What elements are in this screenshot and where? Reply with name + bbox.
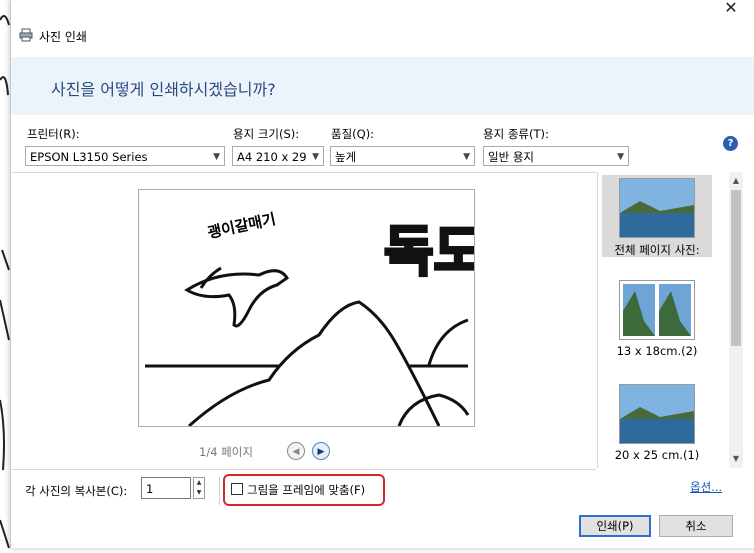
- increment-icon[interactable]: ▲: [194, 478, 204, 488]
- close-button[interactable]: ✕: [711, 0, 751, 20]
- paper-type-select-value: 일반 용지: [488, 150, 534, 164]
- scrollbar-thumb[interactable]: [731, 190, 741, 346]
- print-pictures-dialog: 사진 인쇄 ✕ 사진을 어떻게 인쇄하시겠습니까? 프린터(R): EPSON …: [10, 0, 754, 548]
- title-bar: 사진 인쇄 ✕: [11, 0, 754, 56]
- layout-item-full-page[interactable]: 전체 페이지 사진:: [602, 175, 712, 257]
- print-button[interactable]: 인쇄(P): [579, 515, 651, 537]
- divider: [219, 477, 220, 505]
- layout-list: 전체 페이지 사진: 13 x 18cm.(2) 20 x 25 cm.(1): [597, 172, 744, 468]
- preview-caption-large: 독도: [384, 220, 474, 283]
- quality-label: 품질(Q):: [331, 127, 375, 141]
- photo-preview: 괭이갈매기 독도: [138, 189, 475, 427]
- layout-item-label: 13 x 18cm.(2): [616, 344, 698, 358]
- chevron-down-icon: ▼: [213, 152, 220, 162]
- cancel-button[interactable]: 취소: [659, 515, 733, 537]
- paper-type-label: 용지 종류(T):: [483, 127, 549, 141]
- dialog-heading: 사진을 어떻게 인쇄하시겠습니까?: [51, 80, 276, 99]
- help-icon[interactable]: ?: [723, 136, 738, 151]
- full-page-thumbnail: [619, 178, 695, 238]
- chevron-down-icon: ▼: [617, 152, 624, 162]
- next-page-button[interactable]: ▶: [312, 442, 330, 460]
- printer-label: 프린터(R):: [27, 127, 80, 141]
- printer-select-value: EPSON L3150 Series: [30, 150, 148, 164]
- layout-item-13x18[interactable]: 13 x 18cm.(2): [602, 280, 712, 362]
- 13x18-thumbnail: [619, 280, 695, 340]
- previous-page-button[interactable]: ◀: [287, 442, 305, 460]
- paper-size-select-value: A4 210 x 29: [237, 150, 307, 164]
- chevron-down-icon: ▼: [312, 152, 319, 162]
- page-indicator: 1/4 페이지: [199, 445, 253, 459]
- layout-item-20x25[interactable]: 20 x 25 cm.(1): [602, 384, 712, 466]
- footer: 각 사진의 복사본(C): 1 ▲ ▼ 그림을 프레임에 맞춤(F) 옵션...…: [11, 469, 754, 548]
- fit-to-frame-label[interactable]: 그림을 프레임에 맞춤(F): [247, 482, 365, 498]
- preview-image: 괭이갈매기 독도: [145, 196, 474, 426]
- header-band: 사진을 어떻게 인쇄하시겠습니까?: [11, 57, 754, 115]
- window-title: 사진 인쇄: [39, 30, 87, 44]
- printer-select[interactable]: EPSON L3150 Series ▼: [25, 146, 225, 166]
- chevron-down-icon: ▼: [463, 152, 470, 162]
- fit-to-frame-checkbox[interactable]: [231, 483, 243, 495]
- copies-stepper[interactable]: ▲ ▼: [193, 477, 205, 499]
- scroll-up-icon[interactable]: ▲: [729, 174, 743, 188]
- decrement-icon[interactable]: ▼: [194, 488, 204, 498]
- layout-item-label: 20 x 25 cm.(1): [614, 448, 700, 462]
- quality-select-value: 높게: [335, 150, 357, 164]
- layout-item-label: 전체 페이지 사진:: [614, 243, 700, 257]
- options-link[interactable]: 옵션...: [690, 479, 722, 495]
- paper-type-select[interactable]: 일반 용지 ▼: [483, 146, 629, 166]
- quality-select[interactable]: 높게 ▼: [330, 146, 475, 166]
- copies-label: 각 사진의 복사본(C):: [25, 484, 128, 498]
- layout-scrollbar[interactable]: ▲ ▼: [729, 172, 743, 468]
- scroll-down-icon[interactable]: ▼: [729, 452, 743, 466]
- paper-size-label: 용지 크기(S):: [233, 127, 300, 141]
- copies-input[interactable]: 1: [141, 477, 191, 499]
- paper-size-select[interactable]: A4 210 x 29 ▼: [232, 146, 324, 166]
- 20x25-thumbnail: [619, 384, 695, 444]
- printer-icon: [19, 28, 33, 42]
